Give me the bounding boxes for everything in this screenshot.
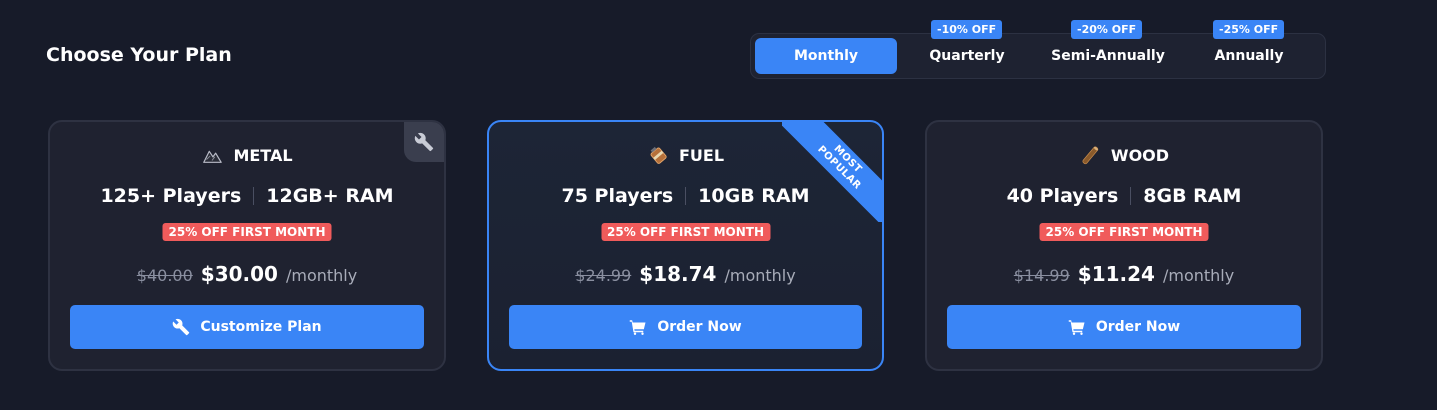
plan-players: 125+ Players xyxy=(100,185,242,207)
plan-card-fuel: MOST POPULAR FUEL 75 Players 10GB RAM 25… xyxy=(487,120,884,371)
pricing-page: Choose Your Plan Monthly Quarterly Semi-… xyxy=(0,0,1437,410)
billing-annually-button[interactable]: Annually xyxy=(1182,38,1316,74)
plan-card-metal: METAL 125+ Players 12GB+ RAM 25% OFF FIR… xyxy=(48,120,446,371)
price-period: /monthly xyxy=(1162,266,1235,285)
plan-header: METAL xyxy=(50,144,444,166)
customize-plan-button[interactable]: Customize Plan xyxy=(70,305,424,349)
plan-specs: 125+ Players 12GB+ RAM xyxy=(50,185,444,207)
old-price: $40.00 xyxy=(136,266,193,285)
plan-ram: 8GB RAM xyxy=(1143,185,1242,207)
promo-badge: 25% OFF FIRST MONTH xyxy=(162,223,332,241)
plan-ram: 10GB RAM xyxy=(698,185,810,207)
spec-divider xyxy=(1130,187,1132,205)
plan-specs: 40 Players 8GB RAM xyxy=(927,185,1321,207)
spec-divider xyxy=(253,187,255,205)
plan-name: METAL xyxy=(233,145,293,165)
plan-specs: 75 Players 10GB RAM xyxy=(489,185,882,207)
plan-players: 75 Players xyxy=(561,185,674,207)
promo-badge: 25% OFF FIRST MONTH xyxy=(1039,223,1209,241)
annually-discount-badge: -25% OFF xyxy=(1213,20,1285,39)
order-now-button[interactable]: Order Now xyxy=(947,305,1301,349)
wood-log-icon xyxy=(1082,146,1099,165)
plan-ram: 12GB+ RAM xyxy=(266,185,394,207)
quarterly-discount-badge: -10% OFF xyxy=(931,20,1003,39)
order-now-button[interactable]: Order Now xyxy=(509,305,862,349)
old-price: $24.99 xyxy=(575,266,632,285)
current-price: $18.74 xyxy=(639,262,717,286)
cta-label: Customize Plan xyxy=(200,319,322,335)
price-row: $24.99 $18.74 /monthly xyxy=(489,262,882,286)
semi-annually-discount-badge: -20% OFF xyxy=(1071,20,1143,39)
billing-annually-label: Annually xyxy=(1214,48,1284,64)
price-row: $14.99 $11.24 /monthly xyxy=(927,262,1321,286)
billing-semi-annually-button[interactable]: Semi-Annually xyxy=(1037,38,1179,74)
plan-players: 40 Players xyxy=(1006,185,1119,207)
price-period: /monthly xyxy=(285,266,358,285)
plan-header: WOOD xyxy=(927,144,1321,166)
billing-monthly-label: Monthly xyxy=(793,48,859,64)
cta-label: Order Now xyxy=(657,319,742,335)
most-popular-ribbon: MOST POPULAR xyxy=(782,122,882,222)
billing-period-toggle: Monthly Quarterly Semi-Annually Annually xyxy=(750,33,1326,79)
cta-label: Order Now xyxy=(1095,319,1181,335)
current-price: $30.00 xyxy=(200,262,278,286)
plan-card-wood: WOOD 40 Players 8GB RAM 25% OFF FIRST MO… xyxy=(925,120,1323,371)
metal-ore-icon xyxy=(203,150,223,163)
plan-name: WOOD xyxy=(1110,145,1170,165)
billing-quarterly-label: Quarterly xyxy=(929,48,1005,64)
fuel-icon xyxy=(650,146,667,164)
price-row: $40.00 $30.00 /monthly xyxy=(50,262,444,286)
old-price: $14.99 xyxy=(1013,266,1070,285)
plan-header: FUEL xyxy=(489,144,882,166)
cart-icon xyxy=(630,320,646,335)
billing-monthly-button[interactable]: Monthly xyxy=(755,38,897,74)
current-price: $11.24 xyxy=(1077,262,1155,286)
price-period: /monthly xyxy=(724,266,796,285)
plan-name: FUEL xyxy=(678,145,725,165)
billing-quarterly-button[interactable]: Quarterly xyxy=(900,38,1034,74)
promo-badge: 25% OFF FIRST MONTH xyxy=(601,223,770,241)
spec-divider xyxy=(685,187,687,205)
billing-semi-annually-label: Semi-Annually xyxy=(1051,48,1165,64)
page-title: Choose Your Plan xyxy=(46,44,232,66)
wrench-icon xyxy=(173,318,190,336)
cart-icon xyxy=(1068,320,1085,335)
